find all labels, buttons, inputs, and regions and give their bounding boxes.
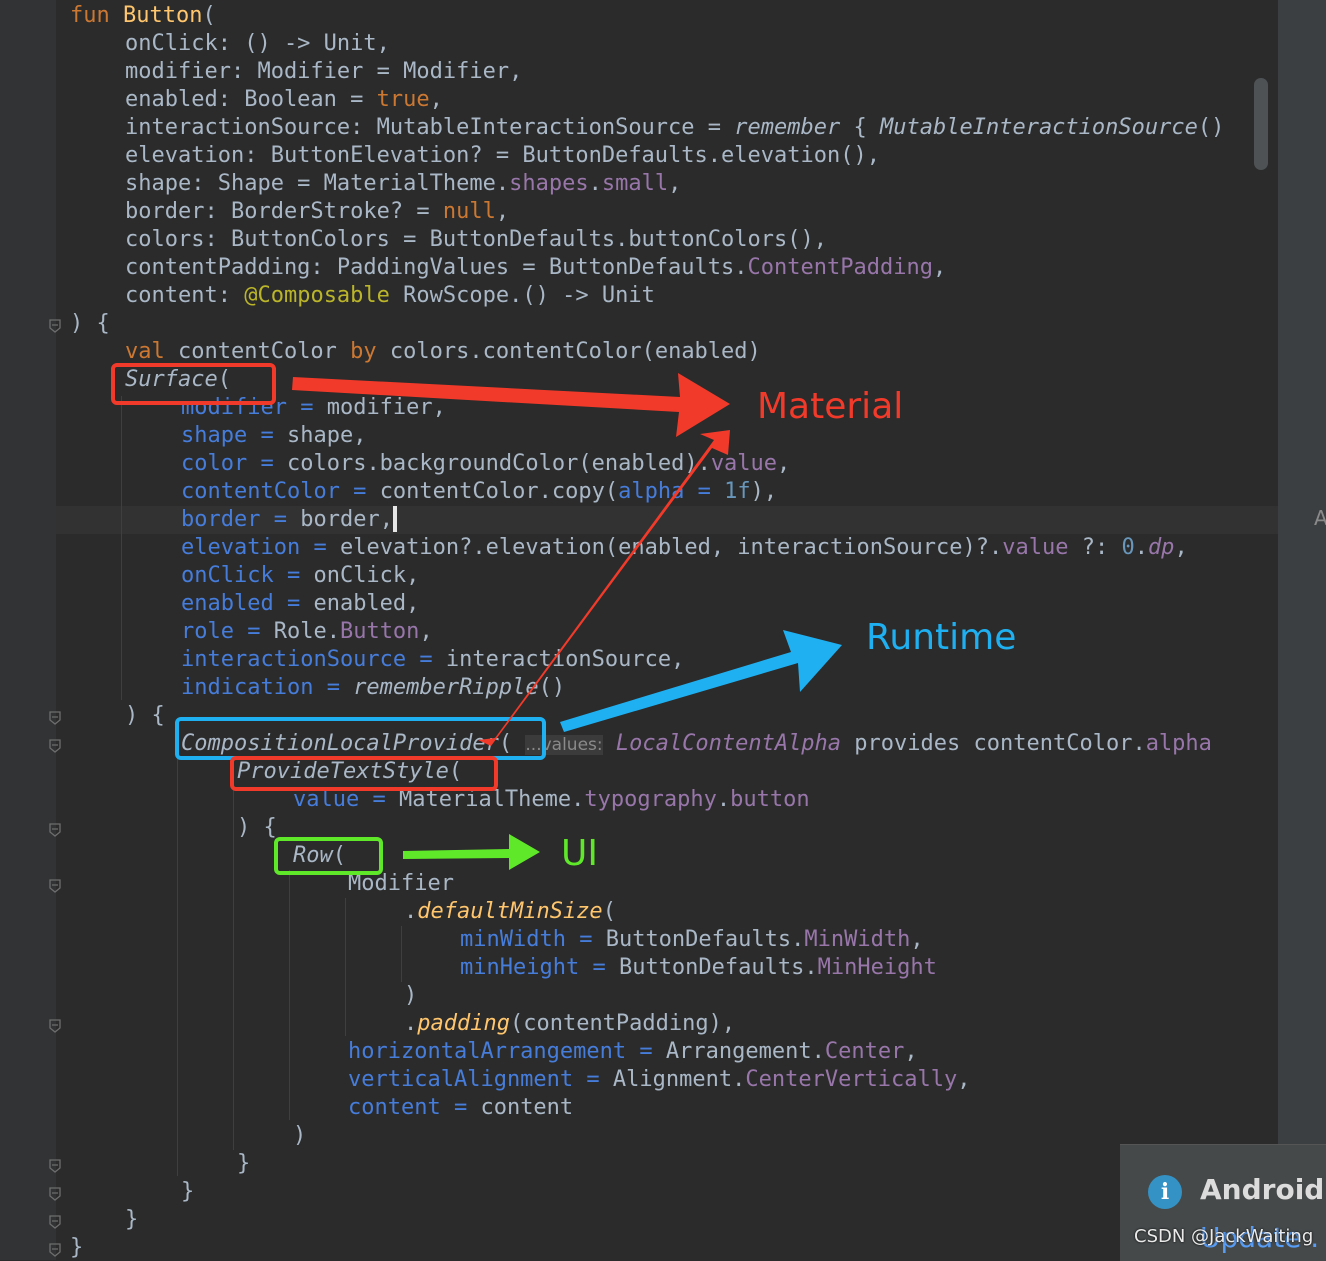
- runtime-arrow: [560, 630, 842, 732]
- annotation-arrows: [292, 373, 842, 870]
- watermark: CSDN @JackWaiting: [1134, 1226, 1314, 1247]
- notification-title: Android: [1200, 1173, 1325, 1206]
- ui-arrow: [403, 834, 540, 870]
- material-label: Material: [757, 386, 904, 427]
- info-icon: i: [1148, 1175, 1182, 1209]
- runtime-label: Runtime: [866, 617, 1017, 658]
- ui-label: UI: [561, 833, 598, 874]
- material-arrow-from-provide-text-style: [478, 430, 730, 746]
- material-arrow-from-surface: [292, 373, 730, 437]
